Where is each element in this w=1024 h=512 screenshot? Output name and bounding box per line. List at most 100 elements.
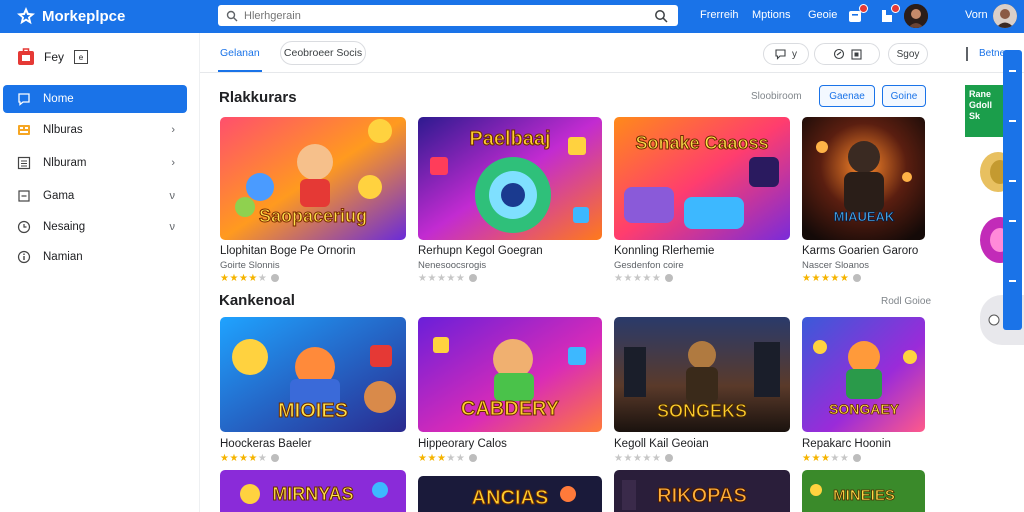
- nav-link-3[interactable]: Geoie: [808, 9, 837, 21]
- sidebar-header[interactable]: Fey e: [16, 47, 89, 67]
- rail-tick: [1009, 220, 1016, 222]
- sidebar-item-5[interactable]: Nesaing ν: [3, 213, 187, 241]
- star-icon: ★: [229, 273, 239, 284]
- app-logo[interactable]: Morkeplpce: [16, 6, 125, 26]
- section-title: Kankenoal: [219, 292, 295, 309]
- sidebar-item-6[interactable]: Namian: [3, 243, 187, 271]
- info-dot-icon: [853, 274, 862, 282]
- sidebar-item-label: Namian: [43, 251, 83, 263]
- star-empty-icon: ★: [651, 453, 662, 464]
- chevron-right-icon: ›: [171, 124, 175, 136]
- sort-pill-button[interactable]: Sgoy: [888, 43, 928, 65]
- search-input[interactable]: [244, 9, 670, 22]
- chevron-right-icon: ›: [171, 157, 175, 169]
- game-card-image[interactable]: Saopaceriug: [220, 117, 406, 240]
- right-edge-tab[interactable]: Betne: [979, 48, 1005, 59]
- card-title[interactable]: Karms Goarien Garoro: [802, 245, 918, 257]
- user-avatar[interactable]: [993, 4, 1017, 28]
- card-subtitle: Nascer Sloanos: [802, 260, 870, 271]
- sidebar-item-label: Nome: [43, 93, 74, 105]
- star-empty-icon: ★: [830, 453, 840, 464]
- game-card-image[interactable]: CABDERY: [418, 317, 602, 432]
- game-card-image[interactable]: MIRNYAS: [220, 470, 406, 512]
- promo-coin-icon[interactable]: [978, 150, 1004, 194]
- info-dot-icon: [469, 274, 478, 282]
- game-card-image[interactable]: ANCIAS: [418, 476, 602, 512]
- card-art-text: Sonake Caaoss: [635, 133, 768, 153]
- top-bar: Morkeplpce Frerreih Mptions Geoie Vorn: [0, 0, 1024, 33]
- info-dot-icon: [469, 454, 478, 462]
- game-card-image[interactable]: Sonake Caaoss: [614, 117, 790, 240]
- search-bar[interactable]: [218, 5, 678, 26]
- box-icon: [850, 48, 862, 60]
- chevron-down-icon: ν: [169, 190, 176, 202]
- rail-tick: [1009, 120, 1016, 122]
- card-title[interactable]: Repakarc Hoonin: [802, 438, 891, 450]
- section-see-all-link[interactable]: Sloobiroom: [751, 91, 802, 102]
- info-icon: [17, 250, 31, 264]
- star-rating: ★★★★★: [418, 453, 478, 464]
- share-filter-button[interactable]: [814, 43, 880, 65]
- filter-button-1[interactable]: Gaenae: [819, 85, 875, 107]
- card-title[interactable]: Hippeorary Calos: [418, 438, 507, 450]
- game-card-image[interactable]: MIAUEAK: [802, 117, 925, 240]
- card-title[interactable]: Hoockeras Baeler: [220, 438, 311, 450]
- search-submit-icon[interactable]: [654, 9, 668, 23]
- sidebar-item-home[interactable]: Nome: [3, 85, 187, 113]
- info-dot-icon: [665, 274, 674, 282]
- star-empty-icon: ★: [257, 273, 268, 284]
- game-card-image[interactable]: SONGAEY: [802, 317, 925, 432]
- card-title[interactable]: Konnling Rlerhemie: [614, 245, 714, 257]
- info-dot-icon: [271, 454, 280, 462]
- game-card-image[interactable]: MINEIES: [802, 470, 925, 512]
- sidebar-item-label: Nlburas: [43, 124, 83, 136]
- list-icon: [17, 156, 31, 170]
- star-rating: ★★★★★: [418, 273, 478, 284]
- game-card-image[interactable]: RIKOPAS: [614, 470, 790, 512]
- card-title[interactable]: Llophitan Boge Pe Ornorin: [220, 245, 356, 257]
- star-empty-icon: ★: [455, 273, 466, 284]
- star-rating: ★★★★★: [220, 453, 280, 464]
- card-title[interactable]: Kegoll Kail Geoian: [614, 438, 709, 450]
- store-icon: [18, 48, 34, 65]
- card-art-text: ANCIAS: [472, 487, 549, 509]
- notifications-icon[interactable]: [846, 4, 868, 25]
- promo-disc-icon[interactable]: [978, 215, 1004, 265]
- game-card-image[interactable]: SONGEKS: [614, 317, 790, 432]
- nav-link-2[interactable]: Mptions: [752, 9, 791, 21]
- rail-tick: [1009, 70, 1016, 72]
- avatar[interactable]: [904, 4, 928, 28]
- nav-link-1[interactable]: Frerreih: [700, 9, 739, 21]
- card-art-text: MIOIES: [278, 400, 348, 422]
- star-empty-icon: ★: [642, 453, 652, 464]
- star-logo-icon: [17, 7, 35, 25]
- card-art-text: CABDERY: [461, 398, 560, 420]
- star-empty-icon: ★: [651, 273, 662, 284]
- box-icon: [18, 190, 30, 202]
- filter-button-2[interactable]: Goine: [882, 85, 926, 107]
- star-rating: ★★★★★: [614, 453, 674, 464]
- tab-pill[interactable]: Ceobroeer Socis: [280, 41, 366, 65]
- sidebar-item-2[interactable]: Nlburas ›: [3, 116, 187, 144]
- card-art-text: MINEIES: [833, 487, 895, 504]
- sidebar-item-4[interactable]: Gama ν: [3, 182, 187, 210]
- chat-filter-button[interactable]: y: [763, 43, 809, 65]
- right-scroll-rail[interactable]: [1003, 50, 1022, 330]
- star-empty-icon: ★: [623, 453, 633, 464]
- star-empty-icon: ★: [436, 273, 447, 284]
- star-empty-icon: ★: [446, 453, 456, 464]
- section-see-all-link[interactable]: Rodl Goioe: [881, 296, 931, 307]
- sidebar-item-3[interactable]: Nlburam ›: [3, 149, 187, 177]
- sidebar: Fey e Nome Nlburas › Nlburam › Gama ν Ne…: [0, 33, 200, 512]
- game-card-image[interactable]: MIOIES: [220, 317, 406, 432]
- star-rating: ★★★★★: [802, 273, 862, 284]
- card-art-text: SONGAEY: [829, 401, 900, 417]
- tab-active[interactable]: Gelanan: [218, 41, 262, 72]
- user-name[interactable]: Vorn: [965, 9, 988, 21]
- game-card-image[interactable]: Paelbaaj: [418, 117, 602, 240]
- messages-icon[interactable]: [878, 4, 900, 25]
- sidebar-header-box[interactable]: e: [74, 50, 89, 64]
- card-title[interactable]: Rerhupn Kegol Goegran: [418, 245, 543, 257]
- promo-banner[interactable]: Rane Gdoll Sk: [965, 85, 1005, 137]
- chat-filter-label: y: [792, 48, 797, 60]
